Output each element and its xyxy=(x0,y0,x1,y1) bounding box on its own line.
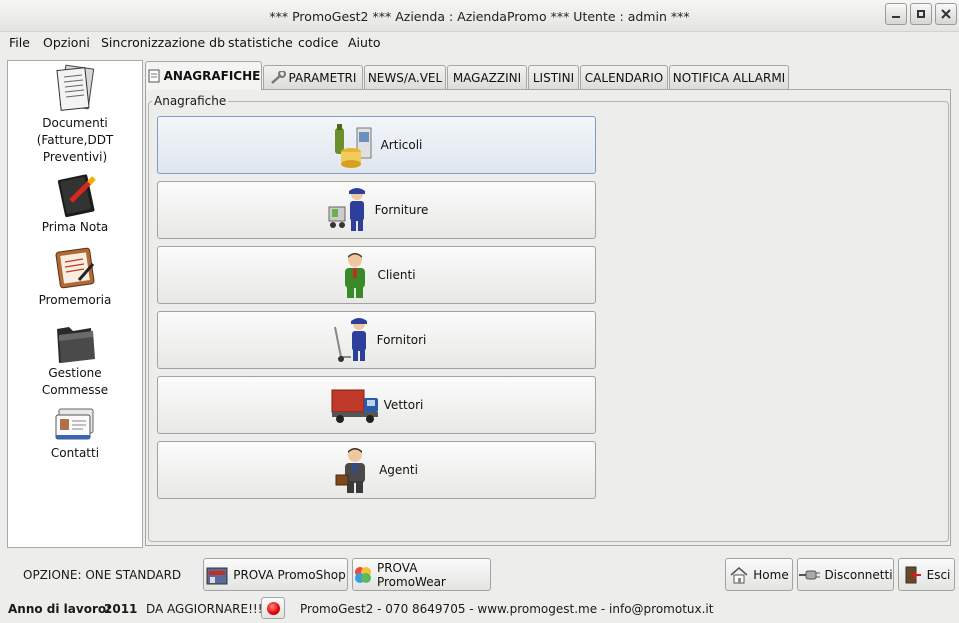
wrench-icon xyxy=(270,70,286,84)
status-bar: Anno di lavoro: 2011 DA AGGIORNARE!!! Pr… xyxy=(0,597,959,623)
option-label: OPZIONE: ONE STANDARD xyxy=(23,568,181,582)
supplier-handtruck-icon xyxy=(333,318,367,362)
sidebar-item-contatti[interactable]: Contatti xyxy=(8,405,142,462)
sidebar-item-promemoria[interactable]: Promemoria xyxy=(8,244,142,309)
tab-label: MAGAZZINI xyxy=(452,70,522,85)
shop-icon xyxy=(206,567,228,584)
year-value: 2011 xyxy=(104,602,138,616)
exit-icon xyxy=(905,566,921,583)
truck-icon xyxy=(331,389,378,423)
agenti-button[interactable]: Agenti xyxy=(157,441,596,499)
agenti-label: Agenti xyxy=(379,463,418,477)
maximize-icon[interactable] xyxy=(910,3,932,25)
promowear-label: PROVA PromoWear xyxy=(376,560,446,589)
sidebar: Documenti (Fatture,DDT Preventivi) Prima… xyxy=(7,60,143,548)
clienti-button[interactable]: Clienti xyxy=(157,246,596,304)
tab-label: CALENDARIO xyxy=(584,70,664,85)
clienti-label: Clienti xyxy=(377,268,416,282)
tab-notifica-allarmi[interactable]: NOTIFICA ALLARMI xyxy=(669,65,789,89)
folder-icon xyxy=(57,327,95,363)
articoli-button[interactable]: Articoli xyxy=(157,116,596,174)
forniture-label: Forniture xyxy=(374,203,429,217)
menu-file[interactable]: File xyxy=(9,35,30,50)
tab-label: PARAMETRI xyxy=(288,70,357,85)
fornitori-button[interactable]: Fornitori xyxy=(157,311,596,369)
sidebar-item-label: Documenti (Fatture,DDT Preventivi) xyxy=(36,116,114,164)
menu-bar: File Opzioni Sincronizzazione db statist… xyxy=(0,32,959,54)
customer-person-icon xyxy=(345,253,366,298)
home-icon xyxy=(730,566,748,583)
memo-board-icon xyxy=(55,247,95,289)
products-icon xyxy=(334,124,372,168)
sidebar-item-label: Contatti xyxy=(50,446,100,460)
tab-label: NEWS/A.VEL xyxy=(367,70,443,85)
forniture-button[interactable]: Forniture xyxy=(157,181,596,239)
tab-label: LISTINI xyxy=(532,70,575,85)
sidebar-item-gestione-commesse[interactable]: Gestione Commesse xyxy=(8,319,142,399)
tab-parametri[interactable]: PARAMETRI xyxy=(263,65,363,89)
tab-listini[interactable]: LISTINI xyxy=(528,65,579,89)
window-title: *** PromoGest2 *** Azienda : AziendaProm… xyxy=(269,9,690,24)
title-bar: *** PromoGest2 *** Azienda : AziendaProm… xyxy=(0,0,959,32)
disconnect-button[interactable]: Disconnetti xyxy=(797,558,894,591)
exit-label: Esci xyxy=(926,567,951,582)
red-led-icon xyxy=(266,601,280,615)
home-label: Home xyxy=(753,567,789,582)
menu-sincronizzazione[interactable]: Sincronizzazione db xyxy=(101,35,225,50)
update-indicator-button[interactable] xyxy=(261,597,285,619)
contact-cards-icon xyxy=(55,408,94,440)
promoshop-button[interactable]: PROVA PromoShop xyxy=(203,558,348,591)
year-label: Anno di lavoro: xyxy=(8,602,111,616)
tab-anagrafiche[interactable]: ANAGRAFICHE xyxy=(145,61,262,90)
menu-aiuto[interactable]: Aiuto xyxy=(348,35,381,50)
agent-briefcase-icon xyxy=(335,448,366,493)
exit-button[interactable]: Esci xyxy=(898,558,955,591)
documents-icon xyxy=(56,64,95,111)
notebook-icon xyxy=(57,174,96,218)
tab-news[interactable]: NEWS/A.VEL xyxy=(364,65,446,89)
promowear-button[interactable]: PROVA PromoWear xyxy=(352,558,491,591)
document-icon xyxy=(148,69,160,83)
tab-label: ANAGRAFICHE xyxy=(163,69,261,83)
vettori-label: Vettori xyxy=(383,398,424,412)
sidebar-item-label: Promemoria xyxy=(38,293,112,307)
menu-codice[interactable]: codice xyxy=(298,35,339,50)
update-status: DA AGGIORNARE!!! xyxy=(146,602,263,616)
sidebar-item-label: Prima Nota xyxy=(41,220,109,234)
plug-icon xyxy=(799,570,821,579)
tab-label: NOTIFICA ALLARMI xyxy=(672,70,786,85)
fornitori-label: Fornitori xyxy=(376,333,427,347)
minimize-icon[interactable] xyxy=(885,3,907,25)
supplier-trolley-icon xyxy=(328,188,365,231)
menu-statistiche[interactable]: statistiche xyxy=(228,35,293,50)
sidebar-item-documenti[interactable]: Documenti (Fatture,DDT Preventivi) xyxy=(8,63,142,166)
articoli-label: Articoli xyxy=(380,138,423,152)
frame-label: Anagrafiche xyxy=(152,94,229,108)
disconnect-label: Disconnetti xyxy=(824,567,893,582)
sidebar-item-prima-nota[interactable]: Prima Nota xyxy=(8,171,142,236)
home-button[interactable]: Home xyxy=(725,558,793,591)
option-value: ONE STANDARD xyxy=(85,568,182,582)
tab-calendario[interactable]: CALENDARIO xyxy=(580,65,668,89)
close-icon[interactable] xyxy=(935,3,957,25)
contact-info: PromoGest2 - 070 8649705 - www.promogest… xyxy=(300,602,714,616)
option-prefix: OPZIONE: xyxy=(23,568,82,582)
tab-magazzini[interactable]: MAGAZZINI xyxy=(447,65,527,89)
menu-opzioni[interactable]: Opzioni xyxy=(43,35,90,50)
wear-icon xyxy=(355,566,371,583)
vettori-button[interactable]: Vettori xyxy=(157,376,596,434)
sidebar-item-label: Gestione Commesse xyxy=(41,366,109,397)
promoshop-label: PROVA PromoShop xyxy=(233,567,346,582)
